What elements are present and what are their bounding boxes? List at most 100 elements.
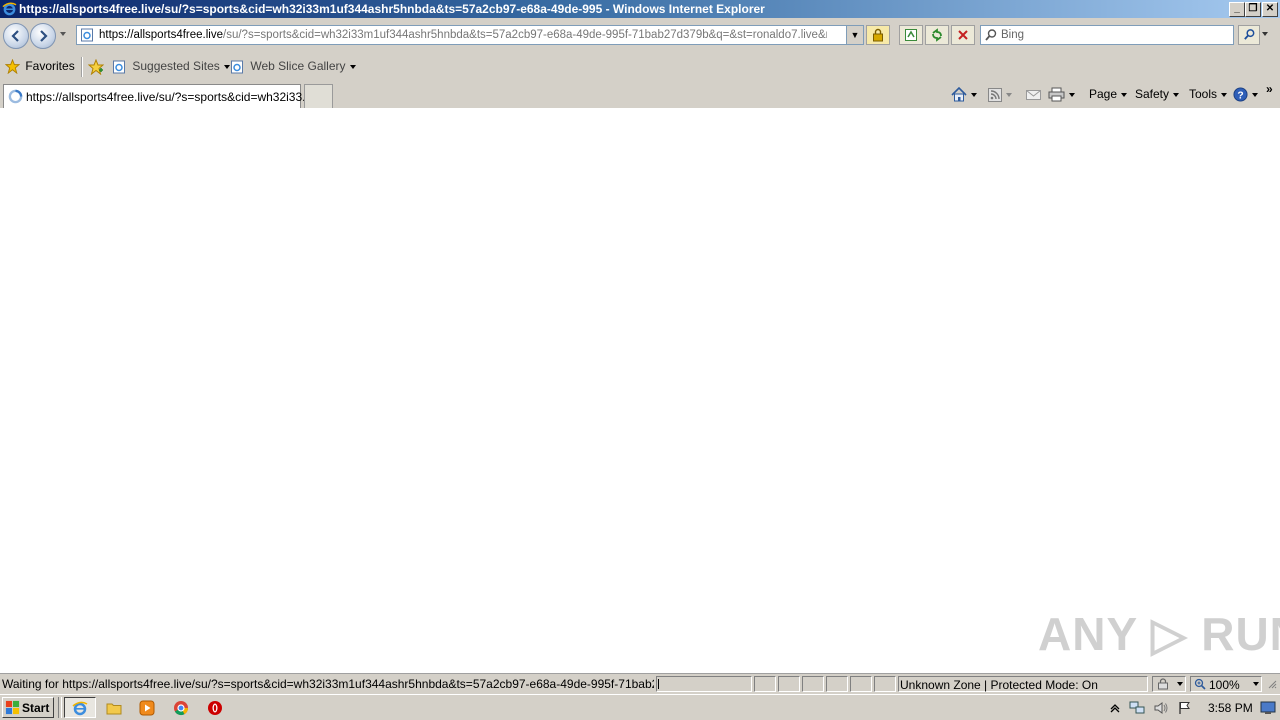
page-menu[interactable]: Page xyxy=(1089,87,1128,101)
taskbar-chrome-button[interactable] xyxy=(171,697,191,718)
tools-menu[interactable]: Tools xyxy=(1189,87,1228,101)
status-pane-1 xyxy=(754,676,776,692)
svg-text:?: ? xyxy=(1237,91,1243,102)
read-mail-button[interactable] xyxy=(1026,87,1041,101)
window-title: https://allsports4free.live/su/?s=sports… xyxy=(19,2,765,16)
action-center-tray-icon[interactable] xyxy=(1176,697,1194,718)
status-bar: Waiting for https://allsports4free.live/… xyxy=(0,673,1280,694)
windows-logo-icon xyxy=(5,700,20,715)
volume-tray-icon[interactable] xyxy=(1152,697,1170,718)
watermark-logo: ANY ▷ RUN xyxy=(1038,608,1280,660)
taskbar-ie-button[interactable] xyxy=(64,697,96,718)
tab-current[interactable]: https://allsports4free.live/su/?s=sports… xyxy=(3,84,312,108)
protected-mode-dropdown-icon xyxy=(1177,682,1183,686)
zoom-pane[interactable]: 100% xyxy=(1190,676,1262,692)
start-button[interactable]: Start xyxy=(2,697,54,718)
taskbar-media-player-button[interactable] xyxy=(137,697,157,718)
favorites-label: Favorites xyxy=(25,59,75,73)
search-placeholder: Bing xyxy=(1001,29,1025,41)
tab-label: https://allsports4free.live/su/?s=sports… xyxy=(26,90,313,104)
back-button[interactable] xyxy=(3,23,29,49)
toolbar-overflow-chevron-icon[interactable]: » xyxy=(1266,82,1273,96)
favorites-star-icon xyxy=(4,59,21,75)
suggested-sites-dropdown-icon xyxy=(223,64,230,69)
internet-explorer-icon xyxy=(72,701,88,716)
refresh-button[interactable] xyxy=(925,25,949,45)
restore-button[interactable]: ❐ xyxy=(1245,2,1261,17)
web-slice-gallery-label: Web Slice Gallery xyxy=(250,59,346,73)
status-pane-2 xyxy=(778,676,800,692)
network-tray-icon[interactable] xyxy=(1128,697,1146,718)
web-slice-gallery-link[interactable]: Web Slice Gallery xyxy=(230,59,356,74)
refresh-icon xyxy=(932,28,942,42)
home-dropdown-icon xyxy=(971,92,977,97)
rss-feed-icon xyxy=(988,87,1002,102)
feeds-button[interactable] xyxy=(988,87,1012,102)
page-content-area[interactable] xyxy=(0,108,1280,673)
media-player-icon xyxy=(139,700,155,716)
clock[interactable]: 3:58 PM xyxy=(1208,701,1253,715)
add-to-favorites-bar-button[interactable] xyxy=(87,58,105,76)
page-icon xyxy=(81,28,93,42)
web-slice-gallery-dropdown-icon xyxy=(349,64,356,69)
address-url[interactable]: https://allsports4free.live/su/?s=sports… xyxy=(99,29,827,41)
back-arrow-icon xyxy=(11,30,19,42)
ie-page-icon xyxy=(231,60,243,74)
title-bar[interactable]: https://allsports4free.live/su/?s=sports… xyxy=(0,0,1280,18)
help-icon: ? xyxy=(1233,87,1248,102)
recent-pages-dropdown-icon[interactable] xyxy=(60,32,66,36)
favorites-button[interactable]: Favorites xyxy=(4,59,75,75)
taskbar-opera-button[interactable] xyxy=(205,697,225,718)
safety-menu-caret-icon xyxy=(1173,92,1180,97)
search-box[interactable]: Bing xyxy=(980,25,1234,45)
flag-icon xyxy=(1179,702,1190,714)
new-tab-button[interactable] xyxy=(304,84,333,108)
home-icon xyxy=(951,87,967,102)
print-dropdown-icon xyxy=(1069,92,1075,97)
loading-spinner-icon xyxy=(8,89,23,104)
suggested-sites-link[interactable]: Suggested Sites xyxy=(112,59,230,74)
tools-menu-caret-icon xyxy=(1221,92,1228,97)
compatibility-icon xyxy=(905,29,917,41)
address-host: https://allsports4free.live xyxy=(99,29,224,41)
show-hidden-icons-button[interactable] xyxy=(1108,697,1122,718)
zoom-level: 100% xyxy=(1209,678,1240,692)
search-options-dropdown-icon[interactable] xyxy=(1262,32,1268,36)
status-pane-4 xyxy=(826,676,848,692)
forward-button[interactable] xyxy=(30,23,56,49)
security-zone-pane[interactable]: Unknown Zone | Protected Mode: On xyxy=(898,676,1148,692)
protected-mode-pane[interactable] xyxy=(1152,676,1186,692)
search-button[interactable] xyxy=(1238,25,1260,45)
start-label: Start xyxy=(22,701,50,715)
close-window-button[interactable]: ✕ xyxy=(1262,2,1278,17)
address-dropdown-button[interactable]: ▼ xyxy=(846,26,863,44)
lock-icon xyxy=(873,28,883,42)
security-lock-button[interactable] xyxy=(866,25,890,45)
printer-icon xyxy=(1048,87,1065,102)
compatibility-view-button[interactable] xyxy=(899,25,923,45)
speaker-icon xyxy=(1154,702,1168,714)
add-favorite-star-icon xyxy=(87,58,105,76)
status-pane-6 xyxy=(874,676,896,692)
zoom-magnifier-icon xyxy=(1194,678,1206,690)
page-menu-label: Page xyxy=(1089,87,1118,101)
taskbar-explorer-button[interactable] xyxy=(104,697,124,718)
minimize-button[interactable]: _ xyxy=(1229,2,1245,17)
suggested-sites-label: Suggested Sites xyxy=(132,59,220,73)
progress-indicator xyxy=(658,679,659,689)
stop-button[interactable] xyxy=(951,25,975,45)
address-bar[interactable]: https://allsports4free.live/su/?s=sports… xyxy=(76,25,864,45)
status-pane-3 xyxy=(802,676,824,692)
safety-menu[interactable]: Safety xyxy=(1135,87,1180,101)
address-path: /su/?s=sports&cid=wh32i33m1uf344ashr5hnb… xyxy=(223,29,827,41)
help-menu-caret-icon xyxy=(1252,92,1258,97)
print-button[interactable] xyxy=(1048,87,1075,102)
help-menu[interactable]: ? xyxy=(1233,87,1258,102)
resize-grip-icon[interactable] xyxy=(1267,678,1277,690)
page-menu-caret-icon xyxy=(1121,92,1128,97)
zoom-dropdown-icon xyxy=(1253,682,1259,686)
taskbar xyxy=(0,694,1280,720)
home-button[interactable] xyxy=(951,87,977,102)
show-desktop-button[interactable] xyxy=(1258,697,1278,718)
network-icon xyxy=(1129,701,1145,714)
